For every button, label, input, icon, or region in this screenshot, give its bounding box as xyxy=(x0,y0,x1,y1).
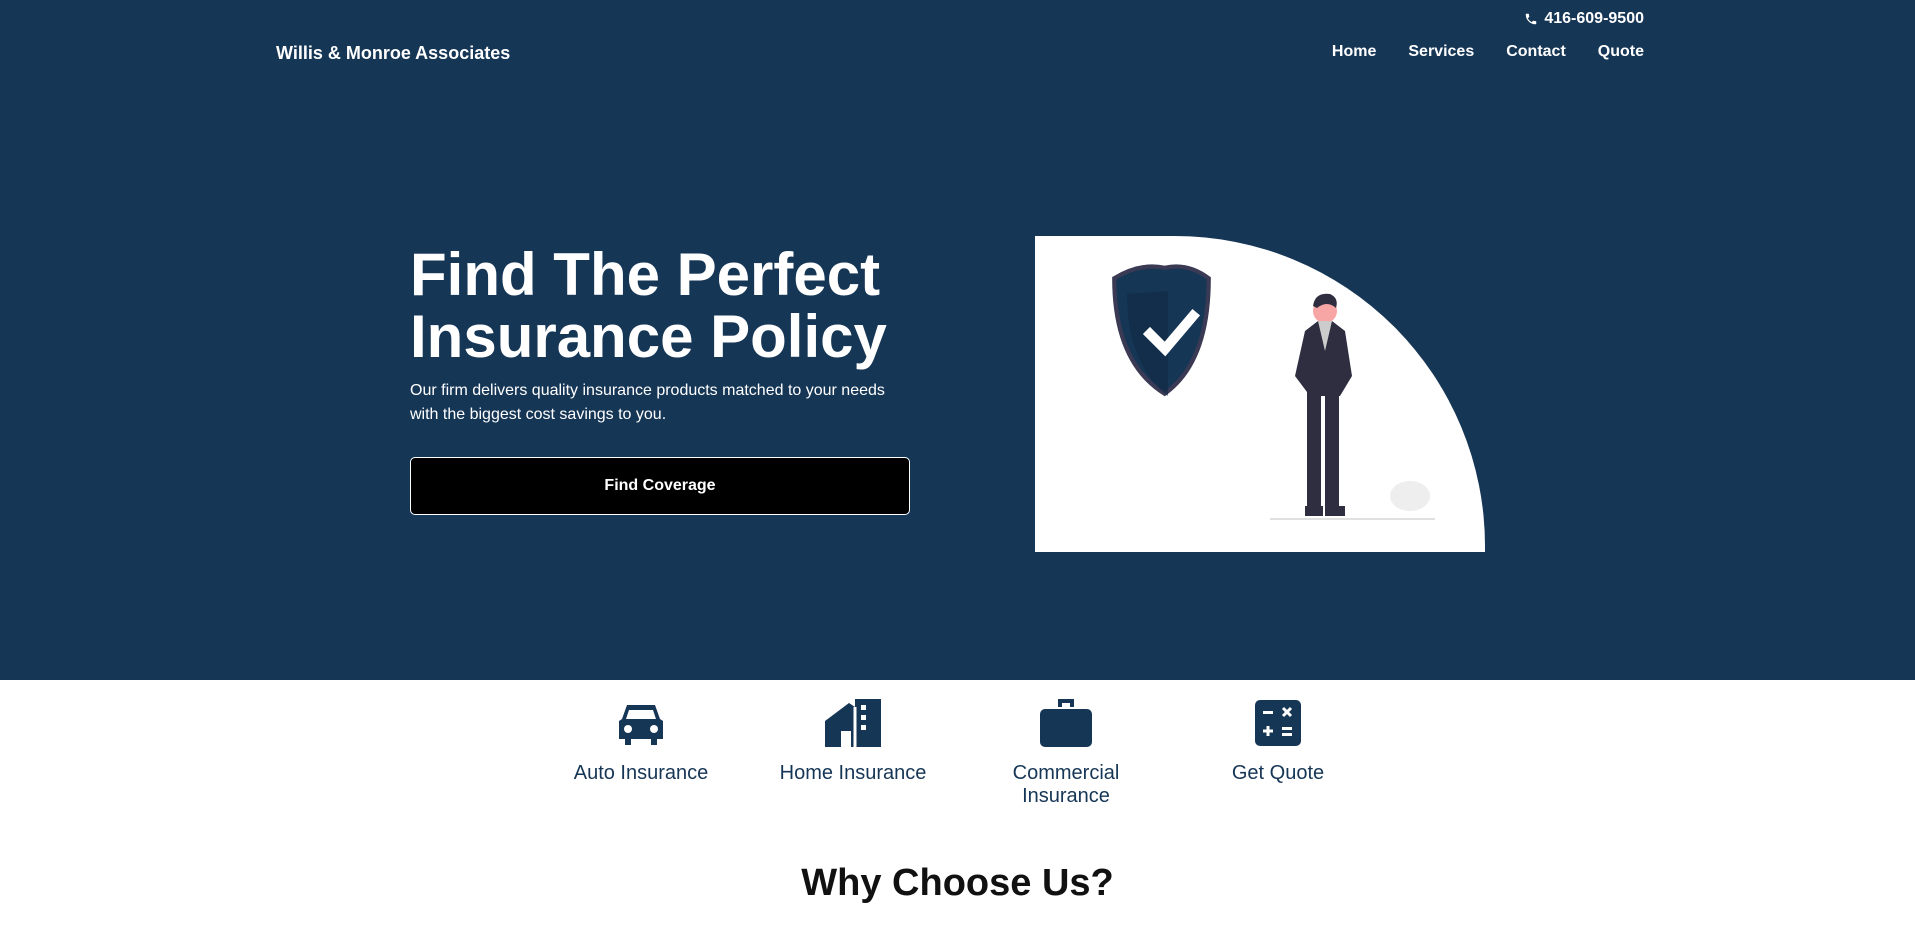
hero-section: 416-609-9500 Willis & Monroe Associates … xyxy=(0,0,1915,680)
insurance-illustration xyxy=(1035,236,1485,552)
service-auto-insurance[interactable]: Auto Insurance xyxy=(541,698,741,785)
brand-logo-text[interactable]: Willis & Monroe Associates xyxy=(276,43,510,64)
service-label: Get Quote xyxy=(1231,762,1325,784)
hero-title-line-1: Find The Perfect xyxy=(410,241,881,308)
main-nav: Home Services Contact Quote xyxy=(1332,43,1644,61)
nav-quote[interactable]: Quote xyxy=(1598,43,1644,61)
service-label: Commercial Insurance xyxy=(1012,762,1120,807)
phone-icon xyxy=(1526,13,1537,25)
service-label: Auto Insurance xyxy=(573,762,709,784)
car-icon xyxy=(541,698,741,748)
service-label: Home Insurance xyxy=(779,762,927,784)
calculator-icon xyxy=(1178,698,1378,748)
nav-services[interactable]: Services xyxy=(1408,43,1474,61)
house-icon xyxy=(753,698,953,748)
find-coverage-button[interactable]: Find Coverage xyxy=(410,457,910,515)
services-row: Auto Insurance Home Insurance Commercial… xyxy=(0,698,1915,807)
service-home-insurance[interactable]: Home Insurance xyxy=(753,698,953,785)
briefcase-icon xyxy=(966,698,1166,748)
why-choose-us-heading: Why Choose Us? xyxy=(801,862,1114,904)
phone-number: 416-609-9500 xyxy=(1544,10,1644,27)
nav-contact[interactable]: Contact xyxy=(1506,43,1566,61)
hero-subtitle: Our firm delivers quality insurance prod… xyxy=(410,382,885,423)
hero-title-line-2: Insurance Policy xyxy=(410,303,887,370)
service-commercial-insurance[interactable]: Commercial Insurance xyxy=(966,698,1166,808)
hero-title: Find The Perfect Insurance Policy xyxy=(410,244,970,368)
service-get-quote[interactable]: Get Quote xyxy=(1178,698,1378,785)
phone-link[interactable]: 416-609-9500 xyxy=(1524,10,1644,28)
nav-home[interactable]: Home xyxy=(1332,43,1376,61)
